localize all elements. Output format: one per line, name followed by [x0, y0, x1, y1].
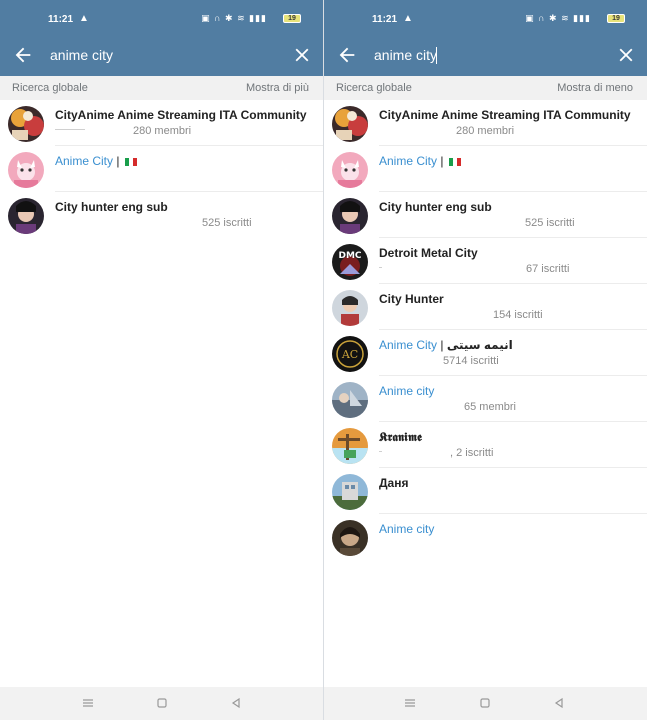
avatar	[332, 382, 368, 418]
menu-icon[interactable]	[403, 696, 417, 710]
result-subtitle: 154 iscritti	[493, 309, 543, 321]
system-nav-bar	[0, 687, 323, 720]
search-toolbar	[0, 38, 323, 76]
result-title: Detroit Metal City	[379, 246, 478, 260]
text-caret	[436, 47, 437, 64]
result-row[interactable]: Anime City |	[324, 146, 647, 192]
result-title: CityAnime Anime Streaming ITA Community	[55, 108, 307, 122]
status-icons: ▣ ∩ ✱ ≋ ▮▮▮	[201, 13, 267, 23]
global-search-section: Ricerca globale Mostra di meno	[324, 76, 647, 100]
result-subtitle: 525 iscritti	[525, 217, 575, 229]
result-title: CityAnime Anime Streaming ITA Community	[379, 108, 631, 122]
app-header: 11:21 ▲ ▣ ∩ ✱ ≋ ▮▮▮ 19	[324, 0, 647, 76]
warning-icon: ▲	[79, 13, 89, 24]
avatar	[332, 106, 368, 142]
result-row[interactable]: Anime City |	[0, 146, 323, 192]
global-search-section: Ricerca globale Mostra di più	[0, 76, 323, 100]
back-arrow-icon[interactable]	[12, 44, 34, 66]
left-pane: 11:21 ▲ ▣ ∩ ✱ ≋ ▮▮▮ 19 Ricerca globale M…	[0, 0, 323, 720]
result-subtitle: 280 membri	[456, 125, 515, 137]
home-icon[interactable]	[155, 696, 169, 710]
result-row[interactable]: CityAnime Anime Streaming ITA Community …	[324, 100, 647, 146]
result-subtitle: 280 membri	[133, 125, 192, 137]
back-triangle-icon[interactable]	[552, 696, 566, 710]
battery-icon: 19	[283, 14, 301, 23]
show-less-link[interactable]: Mostra di meno	[557, 82, 633, 94]
avatar	[332, 290, 368, 326]
result-row[interactable]: Даня	[324, 468, 647, 514]
show-more-link[interactable]: Mostra di più	[246, 82, 309, 94]
avatar	[332, 520, 368, 556]
result-title: Anime City |	[379, 154, 461, 168]
status-time: 11:21	[372, 14, 398, 25]
warning-icon: ▲	[403, 13, 413, 24]
result-title: City hunter eng sub	[55, 200, 168, 214]
avatar	[8, 198, 44, 234]
svg-text:AC: AC	[341, 348, 358, 361]
avatar	[332, 152, 368, 188]
result-subtitle: 5714 iscritti	[443, 355, 499, 367]
result-subtitle: 65 membri	[464, 401, 516, 413]
redacted-text	[379, 267, 382, 268]
result-title: City Hunter	[379, 292, 444, 306]
close-icon[interactable]	[615, 44, 637, 66]
section-title: Ricerca globale	[12, 82, 88, 94]
menu-icon[interactable]	[81, 696, 95, 710]
avatar	[8, 106, 44, 142]
avatar	[8, 152, 44, 188]
avatar	[332, 428, 368, 464]
result-title: Anime city	[379, 522, 435, 536]
right-pane: 11:21 ▲ ▣ ∩ ✱ ≋ ▮▮▮ 19 Ricerca globale M…	[324, 0, 647, 720]
result-subtitle: 525 iscritti	[202, 217, 252, 229]
result-row[interactable]: Anime city	[324, 514, 647, 560]
result-subtitle: 67 iscritti	[526, 263, 570, 275]
avatar: DMC	[332, 244, 368, 280]
result-title: Anime City |	[55, 154, 137, 168]
result-subtitle: , 2 iscritti	[450, 447, 494, 459]
avatar	[332, 198, 368, 234]
result-title: 𝕶𝖗𝖆𝖓𝖎𝖒𝖊	[379, 430, 422, 444]
italy-flag-icon	[124, 155, 137, 166]
status-bar: 11:21 ▲ ▣ ∩ ✱ ≋ ▮▮▮ 19	[0, 0, 323, 38]
result-row[interactable]: 𝕶𝖗𝖆𝖓𝖎𝖒𝖊 , 2 iscritti	[324, 422, 647, 468]
italy-flag-icon	[448, 155, 461, 166]
result-row[interactable]: City hunter eng sub 525 iscritti	[0, 192, 323, 238]
search-input[interactable]	[374, 45, 604, 65]
result-title: Даня	[379, 476, 409, 490]
back-arrow-icon[interactable]	[336, 44, 358, 66]
status-icons: ▣ ∩ ✱ ≋ ▮▮▮	[525, 13, 591, 23]
redacted-text	[55, 129, 85, 130]
redacted-text	[379, 451, 382, 452]
section-title: Ricerca globale	[336, 82, 412, 94]
home-icon[interactable]	[478, 696, 492, 710]
back-triangle-icon[interactable]	[229, 696, 243, 710]
search-toolbar	[324, 38, 647, 76]
search-input[interactable]	[50, 45, 280, 65]
result-row[interactable]: CityAnime Anime Streaming ITA Community …	[0, 100, 323, 146]
result-row[interactable]: City hunter eng sub 525 iscritti	[324, 192, 647, 238]
status-bar: 11:21 ▲ ▣ ∩ ✱ ≋ ▮▮▮ 19	[324, 0, 647, 38]
result-row[interactable]: Anime city 65 membri	[324, 376, 647, 422]
result-row[interactable]: DMC Detroit Metal City 67 iscritti	[324, 238, 647, 284]
close-icon[interactable]	[291, 44, 313, 66]
app-header: 11:21 ▲ ▣ ∩ ✱ ≋ ▮▮▮ 19	[0, 0, 323, 76]
battery-icon: 19	[607, 14, 625, 23]
result-row[interactable]: AC Anime City | انیمه سیتی 5714 iscritti	[324, 330, 647, 376]
svg-text:DMC: DMC	[338, 251, 361, 261]
result-title: Anime City | انیمه سیتی	[379, 338, 513, 352]
avatar: AC	[332, 336, 368, 372]
status-time: 11:21	[48, 14, 74, 25]
result-title: City hunter eng sub	[379, 200, 492, 214]
system-nav-bar	[324, 687, 647, 720]
result-title: Anime city	[379, 384, 435, 398]
result-row[interactable]: City Hunter 154 iscritti	[324, 284, 647, 330]
avatar	[332, 474, 368, 510]
